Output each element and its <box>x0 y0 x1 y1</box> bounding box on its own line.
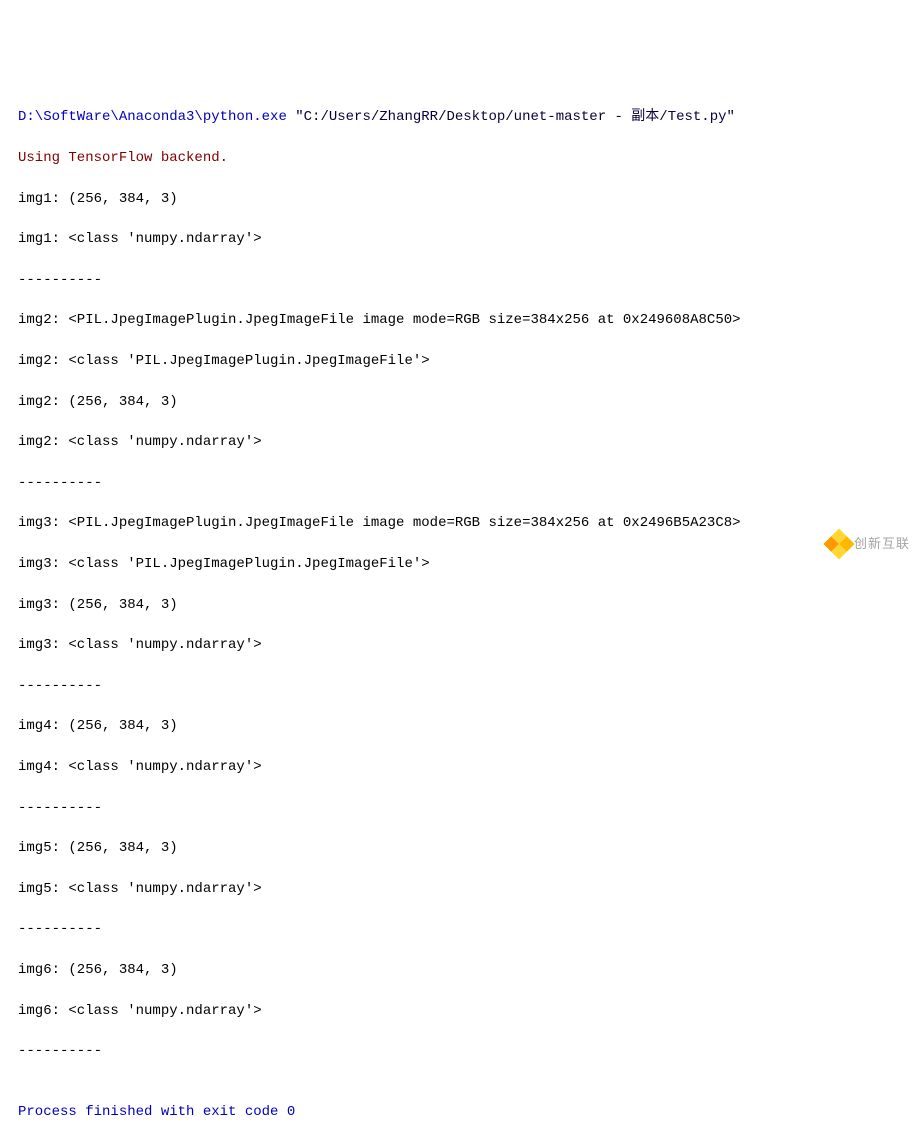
output-line: ---------- <box>18 919 904 939</box>
output-line: img3: <PIL.JpegImagePlugin.JpegImageFile… <box>18 513 904 533</box>
output-line: img6: (256, 384, 3) <box>18 960 904 980</box>
output-line: img2: <PIL.JpegImagePlugin.JpegImageFile… <box>18 310 904 330</box>
output-line: ---------- <box>18 798 904 818</box>
watermark-text: 创新互联 <box>854 535 910 554</box>
output-line: img4: (256, 384, 3) <box>18 716 904 736</box>
output-line: img1: <class 'numpy.ndarray'> <box>18 229 904 249</box>
output-line: img5: <class 'numpy.ndarray'> <box>18 879 904 899</box>
output-line: img2: <class 'numpy.ndarray'> <box>18 432 904 452</box>
tensorflow-warning: Using TensorFlow backend. <box>18 148 904 168</box>
output-line: img3: (256, 384, 3) <box>18 595 904 615</box>
output-line: img3: <class 'PIL.JpegImagePlugin.JpegIm… <box>18 554 904 574</box>
python-exe-path: D:\SoftWare\Anaconda3\python.exe <box>18 109 295 125</box>
output-line: img5: (256, 384, 3) <box>18 838 904 858</box>
output-line: img1: (256, 384, 3) <box>18 189 904 209</box>
output-line: img2: <class 'PIL.JpegImagePlugin.JpegIm… <box>18 351 904 371</box>
watermark-logo: 创新互联 <box>828 533 910 555</box>
script-path: "C:/Users/ZhangRR/Desktop/unet-master - … <box>295 109 735 125</box>
process-finished-line: Process finished with exit code 0 <box>18 1102 904 1122</box>
watermark-icon <box>823 528 854 559</box>
output-line: ---------- <box>18 473 904 493</box>
output-line: img2: (256, 384, 3) <box>18 392 904 412</box>
output-line: ---------- <box>18 1041 904 1061</box>
output-line: img6: <class 'numpy.ndarray'> <box>18 1001 904 1021</box>
output-line: img4: <class 'numpy.ndarray'> <box>18 757 904 777</box>
console-output: D:\SoftWare\Anaconda3\python.exe "C:/Use… <box>18 87 904 1130</box>
output-line: img3: <class 'numpy.ndarray'> <box>18 635 904 655</box>
output-line: ---------- <box>18 676 904 696</box>
output-line: ---------- <box>18 270 904 290</box>
